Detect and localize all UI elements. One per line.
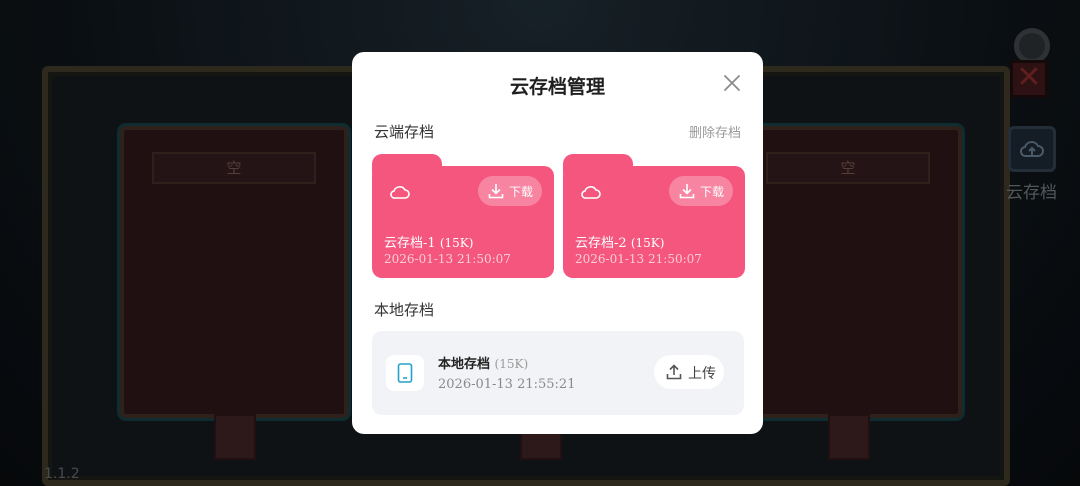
close-icon — [724, 75, 740, 91]
upload-label: 上传 — [688, 366, 716, 382]
dialog-title: 云存档管理 — [509, 76, 605, 98]
save-name-text: 云存档-1 — [384, 236, 436, 251]
local-save-name: 本地存档 (15K) — [438, 353, 528, 372]
download-icon — [679, 184, 695, 199]
download-label: 下载 — [509, 185, 534, 199]
download-icon — [488, 184, 504, 199]
local-section-title: 本地存档 — [374, 301, 435, 319]
folder-body: 下载 云存档-1 (15K) 2026-01-13 21:50:07 — [372, 166, 554, 278]
delete-save-button[interactable]: 删除存档 — [689, 122, 741, 141]
local-save-name-text: 本地存档 — [438, 357, 491, 372]
download-label: 下载 — [700, 185, 725, 199]
cloud-save-card[interactable]: 下载 云存档-2 (15K) 2026-01-13 21:50:07 — [563, 154, 745, 278]
save-name: 云存档-2 (15K) — [575, 232, 664, 251]
download-button[interactable]: 下载 — [478, 176, 542, 206]
cloud-save-dialog: 云存档管理 云端存档 删除存档 下载 云存档-1 (15K) 2026-01-1… — [352, 52, 763, 434]
cloud-save-card[interactable]: 下载 云存档-1 (15K) 2026-01-13 21:50:07 — [372, 154, 554, 278]
save-name: 云存档-1 (15K) — [384, 232, 473, 251]
close-button[interactable] — [721, 72, 743, 94]
upload-icon — [666, 364, 682, 380]
local-save-size: (15K) — [494, 357, 529, 371]
save-name-text: 云存档-2 — [575, 236, 627, 251]
download-button[interactable]: 下载 — [669, 176, 733, 206]
save-size: (15K) — [439, 236, 474, 250]
cloud-section-title: 云端存档 — [374, 123, 435, 141]
folder-body: 下载 云存档-2 (15K) 2026-01-13 21:50:07 — [563, 166, 745, 278]
save-size: (15K) — [630, 236, 665, 250]
cloud-icon — [581, 186, 601, 199]
upload-button[interactable]: 上传 — [654, 355, 724, 389]
tablet-icon — [397, 363, 413, 383]
cloud-icon — [390, 186, 410, 199]
local-save-item: 本地存档 (15K) 2026-01-13 21:55:21 上传 — [372, 331, 744, 415]
device-icon-box — [386, 355, 424, 391]
local-save-time: 2026-01-13 21:55:21 — [438, 377, 576, 392]
save-time: 2026-01-13 21:50:07 — [575, 252, 702, 266]
save-time: 2026-01-13 21:50:07 — [384, 252, 511, 266]
